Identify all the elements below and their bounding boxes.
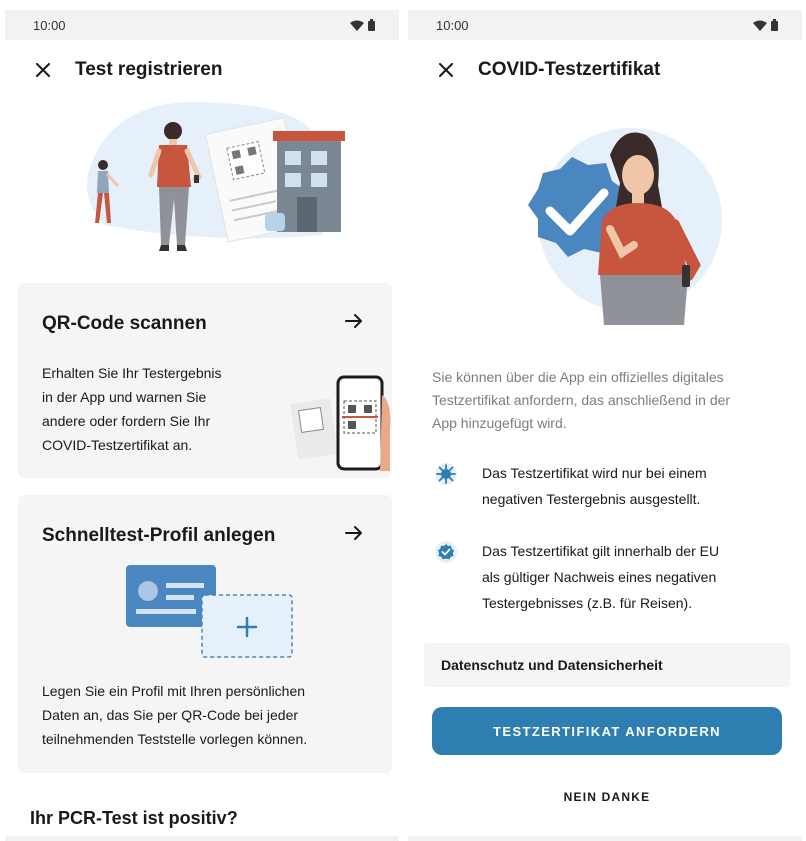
status-bar: 10:00 bbox=[5, 10, 399, 40]
battery-icon bbox=[771, 19, 778, 31]
profile-card[interactable]: Schnelltest-Profil anlegen Legen Sie ein… bbox=[18, 495, 392, 773]
qr-scan-card[interactable]: QR-Code scannen Erhalten Sie Ihr Testerg… bbox=[18, 283, 392, 478]
profile-card-illustration bbox=[126, 565, 293, 658]
registration-illustration bbox=[87, 102, 345, 251]
bottom-divider bbox=[408, 836, 802, 841]
battery-icon bbox=[368, 19, 375, 31]
close-icon bbox=[36, 63, 50, 77]
virus-icon bbox=[435, 463, 457, 485]
bullet-eu-validity: Das Testzertifikat gilt innerhalb der EU… bbox=[434, 538, 784, 616]
toolbar: COVID-Testzertifikat bbox=[408, 52, 802, 88]
request-certificate-button[interactable]: TESTZERTIFIKAT ANFORDERN bbox=[432, 707, 782, 755]
privacy-link[interactable]: Datenschutz und Datensicherheit bbox=[424, 643, 790, 687]
wifi-icon bbox=[350, 20, 364, 31]
bullet-text: Das Testzertifikat gilt innerhalb der EU… bbox=[482, 543, 720, 611]
arrow-right-icon bbox=[345, 314, 362, 328]
page-title: Test registrieren bbox=[75, 59, 223, 80]
test-register-screen: 10:00 Test registrieren QR-Code scannen … bbox=[5, 0, 399, 841]
certificate-illustration bbox=[528, 128, 722, 325]
qr-card-arrow[interactable] bbox=[342, 309, 366, 333]
bullet-text: Das Testzertifikat wird nur bei einem ne… bbox=[482, 465, 707, 507]
bottom-divider bbox=[5, 836, 399, 841]
pcr-positive-heading: Ihr PCR-Test ist positiv? bbox=[30, 808, 238, 828]
status-time: 10:00 bbox=[33, 17, 66, 33]
close-button[interactable] bbox=[428, 52, 464, 88]
test-certificate-screen: 10:00 COVID-Testzertifikat Sie können üb… bbox=[408, 0, 802, 841]
wifi-icon bbox=[753, 20, 767, 31]
close-icon bbox=[439, 63, 453, 77]
toolbar: Test registrieren bbox=[5, 52, 399, 88]
status-time: 10:00 bbox=[436, 17, 469, 33]
qr-card-description: Erhalten Sie Ihr Testergebnis in der App… bbox=[42, 365, 222, 453]
profile-card-description: Legen Sie ein Profil mit Ihren persönlic… bbox=[42, 683, 308, 747]
bullet-negative-result: Das Testzertifikat wird nur bei einem ne… bbox=[434, 460, 784, 512]
page-title: COVID-Testzertifikat bbox=[478, 59, 661, 80]
verified-check-icon bbox=[435, 541, 457, 563]
no-thanks-button[interactable]: NEIN DANKE bbox=[432, 782, 782, 812]
close-button[interactable] bbox=[25, 52, 61, 88]
system-icons bbox=[753, 19, 778, 31]
certificate-intro: Sie können über die App ein offizielles … bbox=[432, 369, 731, 431]
profile-card-arrow[interactable] bbox=[342, 521, 366, 545]
status-bar: 10:00 bbox=[408, 10, 802, 40]
system-icons bbox=[350, 19, 375, 31]
profile-card-title: Schnelltest-Profil anlegen bbox=[42, 525, 276, 546]
qr-card-title: QR-Code scannen bbox=[42, 313, 207, 334]
arrow-right-icon bbox=[345, 526, 362, 540]
phone-qr-illustration bbox=[290, 375, 391, 471]
